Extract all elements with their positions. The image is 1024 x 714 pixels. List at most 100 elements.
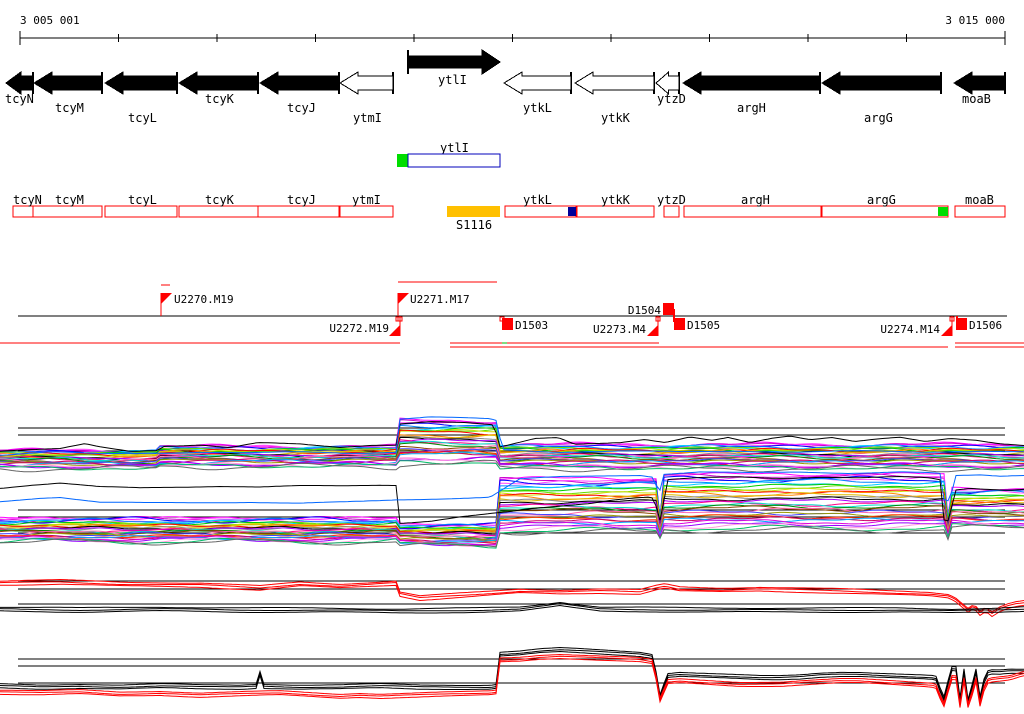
feature-box[interactable]: [407, 153, 501, 168]
gene-arrow-shape[interactable]: [821, 71, 942, 95]
orf-rect[interactable]: [12, 205, 34, 218]
gene-arrow-argG[interactable]: argG: [821, 71, 942, 125]
orf-sub-segment: [568, 207, 576, 216]
gene-arrow-shape[interactable]: [574, 71, 655, 95]
orf-sub-segment: [938, 207, 948, 216]
probe-label-U2273.M4: U2273.M4: [593, 323, 646, 336]
orf-rect[interactable]: [576, 205, 655, 218]
gene-arrow-shape[interactable]: [339, 71, 394, 95]
gene-arrow-shape[interactable]: [33, 71, 103, 95]
gene-label-ytlI: ytlI: [438, 73, 467, 87]
gene-label-ytkL: ytkL: [523, 101, 552, 115]
gene-arrow-ytkK[interactable]: ytkK: [574, 71, 655, 125]
gene-arrow-shape[interactable]: [259, 71, 340, 95]
gene-arrow-ytkL[interactable]: ytkL: [503, 71, 572, 115]
orf-box-ytkL[interactable]: ytkL: [504, 193, 577, 218]
probe-square[interactable]: [502, 318, 513, 330]
gene-arrow-moaB[interactable]: moaB: [953, 71, 1006, 106]
orf-label-ytkK: ytkK: [601, 193, 631, 207]
probe-label-D1503: D1503: [515, 319, 548, 332]
orf-box-tcyL[interactable]: tcyL: [104, 193, 178, 218]
flag-triangle[interactable]: [161, 293, 172, 304]
probe-flag-U2274.M14[interactable]: U2274.M14: [880, 316, 955, 336]
gene-arrow-tcyK[interactable]: tcyK: [178, 71, 259, 106]
gene-arrow-ytzD[interactable]: ytzD: [655, 70, 686, 106]
orf-box-ytkK[interactable]: ytkK: [576, 193, 655, 218]
orf-label-ytmI: ytmI: [352, 193, 381, 207]
flag-triangle[interactable]: [398, 293, 409, 304]
orf-box-moaB[interactable]: moaB: [954, 193, 1006, 218]
gene-arrow-tcyN[interactable]: tcyN: [5, 71, 34, 106]
gene-label-tcyM: tcyM: [55, 101, 84, 115]
probe-box-D1504[interactable]: D1504: [628, 303, 675, 322]
plot-panel-1: [0, 471, 1024, 549]
orf-box-tcyJ[interactable]: tcyJ: [257, 193, 340, 218]
orf-rect[interactable]: [178, 205, 259, 218]
orf-box-ytzD[interactable]: ytzD: [657, 193, 686, 218]
probe-label-D1505: D1505: [687, 319, 720, 332]
gene-arrow-track: tcyN tcyM tcyL tcyK tcyJ ytmI ytlI ytkL ytkK ytzD…: [5, 49, 1006, 125]
orf-rect[interactable]: [339, 205, 394, 218]
gene-arrow-ytmI[interactable]: ytmI: [339, 71, 394, 125]
orf-rect[interactable]: [954, 205, 1006, 218]
probe-segment-track: U2270.M19 U2271.M17 U2272.M19 U2273.M4 U2274…: [0, 281, 1024, 348]
gene-arrow-shape[interactable]: [5, 71, 34, 95]
probe-flag-U2271.M17[interactable]: U2271.M17: [395, 293, 470, 322]
orf-rect[interactable]: [683, 205, 822, 218]
gene-arrow-tcyL[interactable]: tcyL: [104, 71, 178, 125]
orf-box-ytmI[interactable]: ytmI: [339, 193, 394, 218]
orf-box-argH[interactable]: argH: [683, 193, 822, 218]
ruler-end-label: 3 015 000: [945, 14, 1005, 27]
orf-rect[interactable]: [504, 205, 577, 218]
probe-square[interactable]: [674, 318, 685, 330]
orf-label-ytzD: ytzD: [657, 193, 686, 207]
gene-arrow-tcyJ[interactable]: tcyJ: [259, 71, 340, 115]
flag-triangle[interactable]: [389, 325, 400, 336]
gene-arrow-shape[interactable]: [953, 71, 1006, 95]
gene-arrow-tcyM[interactable]: tcyM: [33, 71, 103, 115]
flag-triangle[interactable]: [941, 325, 952, 336]
gene-arrow-argH[interactable]: argH: [682, 71, 821, 115]
probe-flag-U2272.M19[interactable]: U2272.M19: [329, 316, 403, 336]
gene-arrow-shape[interactable]: [104, 71, 178, 95]
gene-arrow-shape[interactable]: [407, 49, 501, 75]
orf-rect[interactable]: [821, 205, 949, 218]
gene-arrow-shape[interactable]: [655, 70, 680, 96]
ytlI-feature-track: ytlI: [397, 141, 501, 168]
orf-box-argG[interactable]: argG: [821, 193, 949, 218]
feature-green-segment[interactable]: [397, 154, 408, 167]
gene-arrow-shape[interactable]: [503, 71, 572, 95]
probe-square[interactable]: [956, 318, 967, 330]
plot-panel-0: [0, 416, 1024, 473]
probe-flag-U2273.M4[interactable]: U2273.M4: [593, 316, 661, 336]
probe-square[interactable]: [663, 303, 674, 315]
gene-label-tcyJ: tcyJ: [287, 101, 316, 115]
probe-box-D1503[interactable]: D1503: [499, 316, 548, 332]
probe-box-D1505[interactable]: D1505: [674, 318, 720, 332]
orf-label-argG: argG: [867, 193, 896, 207]
orf-label-ytkL: ytkL: [523, 193, 552, 207]
s1116-rect[interactable]: [447, 206, 500, 217]
orf-rect[interactable]: [32, 205, 103, 218]
gene-arrow-shape[interactable]: [178, 71, 259, 95]
orf-rect[interactable]: [257, 205, 340, 218]
gene-label-tcyK: tcyK: [205, 92, 235, 106]
gene-label-moaB: moaB: [962, 92, 991, 106]
gene-arrow-shape[interactable]: [682, 71, 821, 95]
orf-rect[interactable]: [104, 205, 178, 218]
gene-label-tcyN: tcyN: [5, 92, 34, 106]
orf-rect[interactable]: [663, 205, 680, 218]
segment-s1116[interactable]: S1116: [447, 206, 500, 232]
coordinate-ruler: 3 005 001 3 015 000: [19, 14, 1006, 45]
orf-box-tcyM[interactable]: tcyM: [32, 193, 103, 218]
gene-label-ytmI: ytmI: [353, 111, 382, 125]
orf-label-tcyK: tcyK: [205, 193, 235, 207]
flag-triangle[interactable]: [647, 325, 658, 336]
gene-arrow-ytlI[interactable]: ytlI: [407, 49, 501, 87]
s1116-label: S1116: [456, 218, 492, 232]
probe-flag-U2270.M19[interactable]: U2270.M19: [160, 293, 234, 316]
orf-label-tcyN: tcyN: [13, 193, 42, 207]
orf-box-tcyK[interactable]: tcyK: [178, 193, 259, 218]
probe-label-D1506: D1506: [969, 319, 1002, 332]
probe-box-D1506[interactable]: D1506: [956, 316, 1002, 332]
